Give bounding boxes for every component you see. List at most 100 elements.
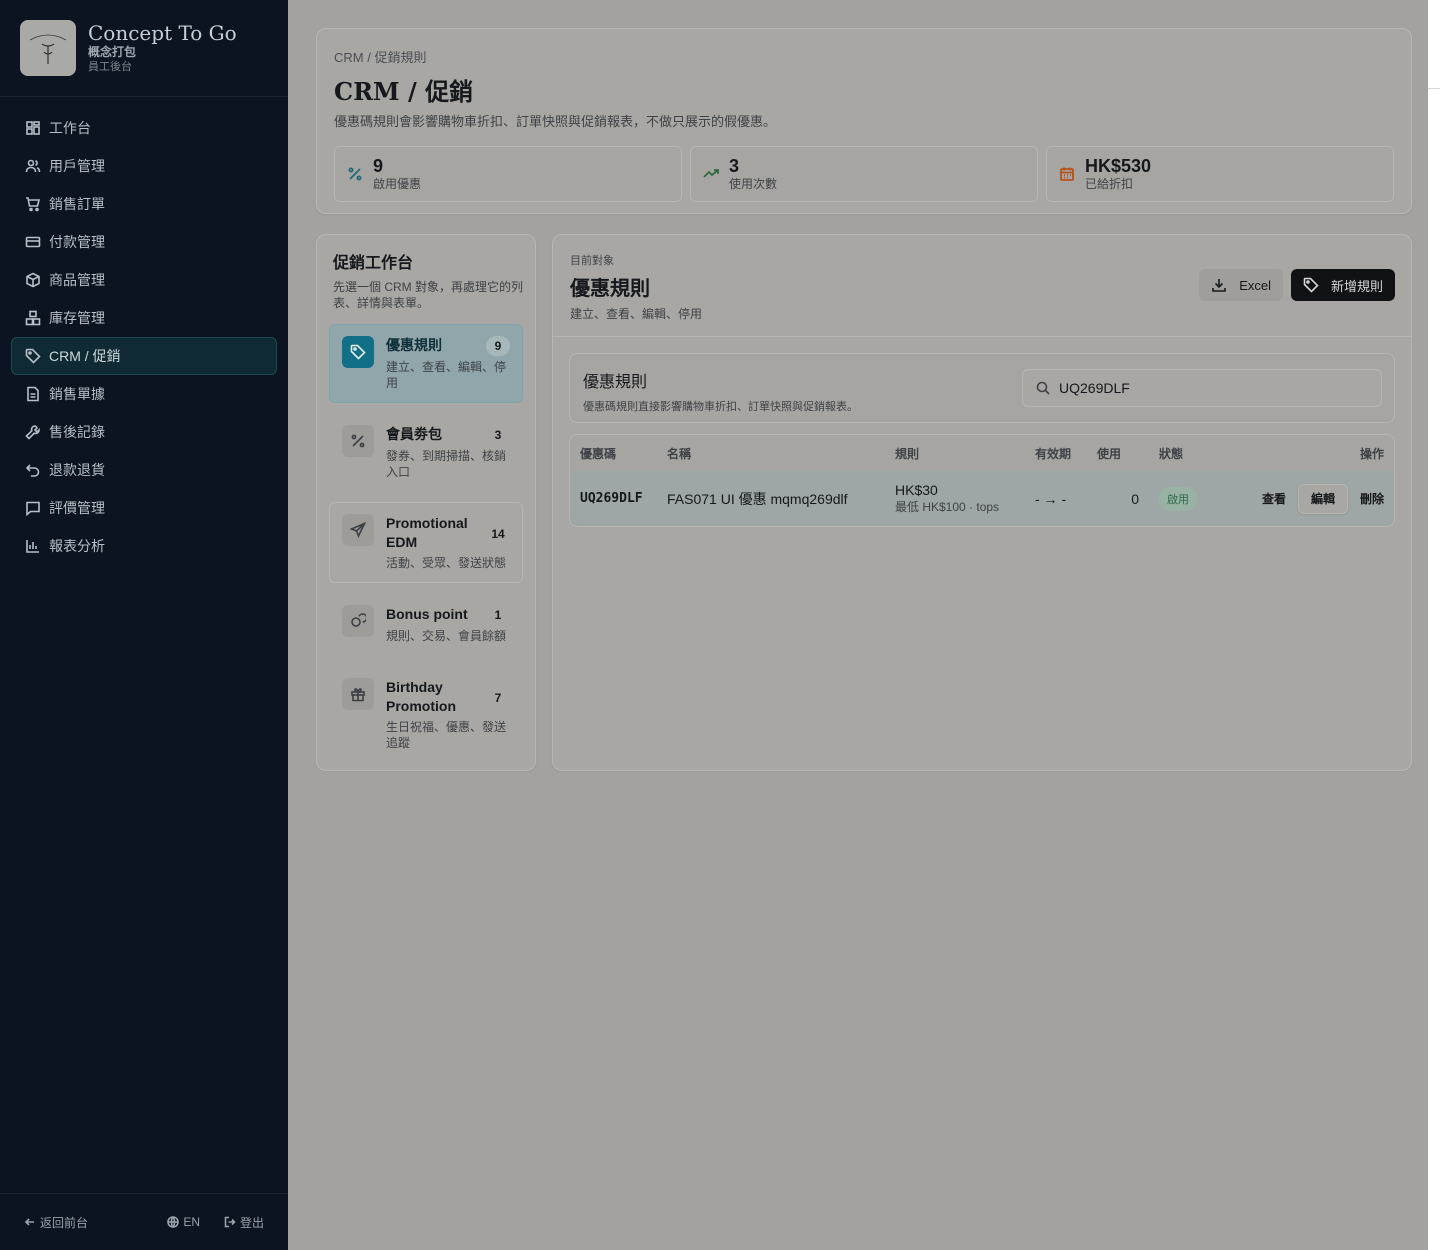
- logout-button[interactable]: 登出: [224, 1214, 264, 1231]
- sidebar-item-sales-documents[interactable]: 銷售單據: [11, 375, 277, 413]
- sidebar-item-label: CRM / 促銷: [49, 348, 121, 364]
- stat-label: 已給折扣: [1085, 177, 1134, 191]
- stat-value: HK$530: [1085, 156, 1152, 176]
- package-icon: [25, 272, 41, 288]
- users-icon: [25, 158, 41, 174]
- bar-chart-icon: [25, 538, 41, 554]
- search-icon: [1036, 381, 1050, 395]
- sidebar-item-reviews[interactable]: 評價管理: [11, 489, 277, 527]
- stat-discount-given: HK$530 已給折扣: [1046, 146, 1394, 202]
- sidebar-item-label: 售後記錄: [49, 424, 105, 440]
- object-name: Bonus point: [386, 606, 468, 622]
- message-icon: [25, 500, 41, 516]
- sidebar-item-dashboard[interactable]: 工作台: [11, 109, 277, 147]
- sidebar-item-refunds[interactable]: 退款退貨: [11, 451, 277, 489]
- object-birthday-promotion[interactable]: Birthday Promotion 7 生日祝福、優惠、發送追蹤: [329, 666, 523, 763]
- cart-icon: [25, 196, 41, 212]
- stat-usage-count: 3 使用次數: [690, 146, 1038, 202]
- object-count: 3: [494, 428, 502, 442]
- stat-label: 使用次數: [729, 177, 778, 191]
- object-count: 1: [494, 608, 502, 622]
- logo-mark-icon: [29, 34, 67, 64]
- column-header: 規則: [895, 446, 920, 461]
- search-box[interactable]: [1022, 369, 1382, 407]
- table-header: 優惠碼 名稱 規則 有效期 使用 狀態 操作: [570, 435, 1394, 471]
- rule-amount: HK$30: [895, 482, 938, 498]
- gift-icon: [342, 678, 374, 710]
- cell-code: UQ269DLF: [580, 491, 643, 506]
- brand-subtitle: 概念打包: [88, 45, 137, 59]
- view-button[interactable]: 查看: [1250, 490, 1298, 507]
- object-count: 7: [494, 691, 502, 705]
- object-name: Birthday Promotion: [386, 679, 456, 714]
- object-bonus-point[interactable]: Bonus point 1 規則、交易、會員餘額: [329, 593, 523, 656]
- object-name: 優惠規則: [386, 337, 442, 353]
- column-header: 操作: [1359, 446, 1384, 461]
- object-promotional-edm[interactable]: Promotional EDM 14 活動、受眾、發送狀態: [329, 502, 523, 583]
- sidebar-item-payments[interactable]: 付款管理: [11, 223, 277, 261]
- back-to-store-link[interactable]: 返回前台: [24, 1214, 88, 1231]
- send-icon: [342, 514, 374, 546]
- calendar-icon: [1059, 166, 1075, 182]
- brand-logo: [20, 20, 76, 76]
- logout-icon: [224, 1216, 236, 1228]
- stat-value: 3: [729, 156, 740, 176]
- rules-toolbar: 優惠規則 優惠碼規則直接影響購物車折扣、訂單快照與促銷報表。: [569, 353, 1395, 423]
- sidebar-item-label: 銷售單據: [49, 386, 105, 402]
- sidebar-item-after-sales[interactable]: 售後記錄: [11, 413, 277, 451]
- object-count: 9: [486, 336, 510, 356]
- sidebar-item-label: 商品管理: [49, 272, 105, 288]
- sidebar-item-reports[interactable]: 報表分析: [11, 527, 277, 565]
- cell-usage: 0: [1131, 490, 1139, 507]
- stats-row: 9 啟用優惠 3 使用次數 HK$530 已給折扣: [334, 146, 1394, 202]
- cell-status: 啟用: [1139, 486, 1199, 511]
- sidebar-item-label: 銷售訂單: [49, 196, 105, 212]
- workspace-title: 促銷工作台: [333, 253, 414, 272]
- column-header: 優惠碼: [580, 446, 617, 461]
- boxes-icon: [25, 310, 41, 326]
- column-header: 名稱: [667, 446, 692, 461]
- edit-button[interactable]: 編輯: [1297, 483, 1348, 514]
- sidebar-footer: 返回前台 EN 登出: [0, 1193, 288, 1250]
- sidebar-item-label: 報表分析: [49, 538, 105, 554]
- panel-actions: Excel 新增規則: [1199, 269, 1395, 301]
- sidebar-item-crm-promotions[interactable]: CRM / 促銷: [11, 337, 277, 375]
- undo-icon: [25, 462, 41, 478]
- column-header: 使用: [1097, 446, 1122, 461]
- panel-kicker: 目前對象: [570, 255, 614, 267]
- object-member-coupons[interactable]: 會員劵包 3 發券、到期掃描、核銷入口: [329, 413, 523, 492]
- promotion-workspace: 促銷工作台 先選一個 CRM 對象，再處理它的列表、詳情與表單。 優惠規則 9 …: [316, 234, 536, 771]
- cell-rule: HK$30 最低 HK$100 · tops: [895, 482, 1035, 515]
- file-icon: [25, 386, 41, 402]
- table-row[interactable]: UQ269DLF FAS071 UI 優惠 mqmq269dlf HK$30 最…: [570, 471, 1394, 526]
- sidebar-item-label: 庫存管理: [49, 310, 105, 326]
- delete-button[interactable]: 刪除: [1348, 490, 1384, 507]
- breadcrumb[interactable]: CRM / 促銷規則: [334, 47, 1394, 66]
- sidebar-item-label: 退款退貨: [49, 462, 105, 478]
- excel-export-button[interactable]: Excel: [1199, 269, 1283, 301]
- percent-icon: [347, 166, 363, 182]
- object-discount-rules[interactable]: 優惠規則 9 建立、查看、編輯、停用: [329, 324, 523, 403]
- rules-table: 優惠碼 名稱 規則 有效期 使用 狀態 操作 UQ269DLF FAS071 U…: [569, 434, 1395, 527]
- object-count: 14: [491, 527, 505, 541]
- page-title: CRM / 促銷: [334, 77, 474, 106]
- search-input[interactable]: [1059, 380, 1359, 396]
- sidebar-item-products[interactable]: 商品管理: [11, 261, 277, 299]
- wrench-icon: [25, 424, 41, 440]
- tag-icon: [342, 336, 374, 368]
- column-header: 狀態: [1159, 446, 1184, 461]
- tag-icon: [1303, 277, 1319, 293]
- sidebar-item-inventory[interactable]: 庫存管理: [11, 299, 277, 337]
- sidebar-item-orders[interactable]: 銷售訂單: [11, 185, 277, 223]
- object-name: Promotional EDM: [386, 515, 468, 550]
- cell-actions: 查看 編輯 刪除: [1199, 483, 1394, 514]
- percent-icon: [342, 425, 374, 457]
- stat-label: 啟用優惠: [373, 177, 422, 191]
- add-rule-button[interactable]: 新增規則: [1290, 269, 1395, 301]
- scrollbar-track[interactable]: [1428, 0, 1440, 1250]
- arrow-left-icon: [24, 1218, 34, 1226]
- brand[interactable]: Concept To Go 概念打包 員工後台: [0, 0, 288, 97]
- language-toggle[interactable]: EN: [167, 1215, 200, 1229]
- sidebar-item-users[interactable]: 用戶管理: [11, 147, 277, 185]
- sidebar: Concept To Go 概念打包 員工後台 工作台 用戶管理 銷售訂單 付款…: [0, 0, 288, 1250]
